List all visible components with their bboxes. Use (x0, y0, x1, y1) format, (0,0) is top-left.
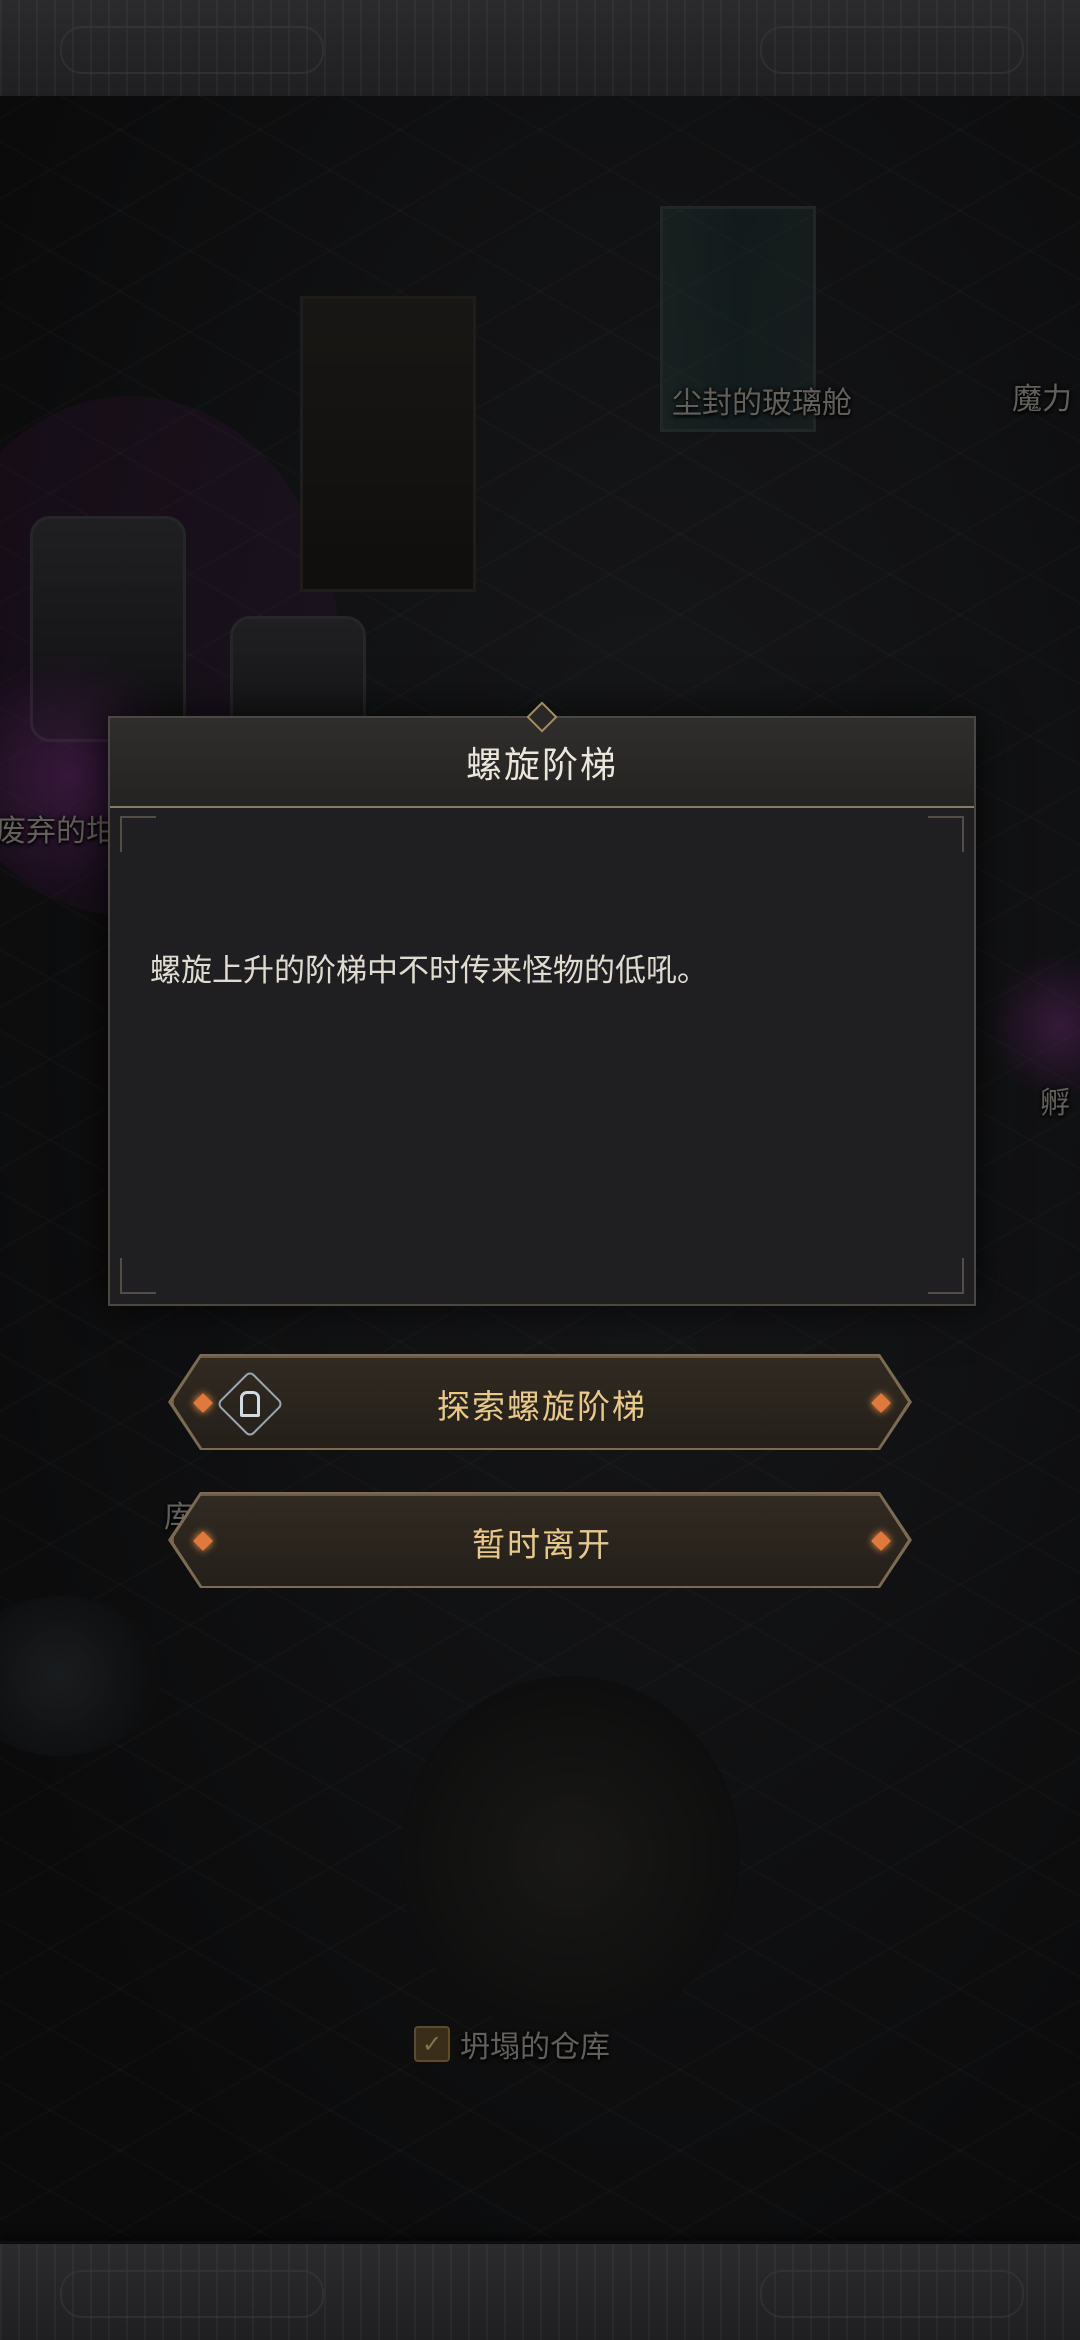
explore-door-icon (216, 1370, 284, 1438)
diamond-left-icon (193, 1393, 213, 1413)
frame-ornament (760, 2270, 1024, 2318)
top-frame (0, 0, 1080, 99)
leave-button-label: 暂时离开 (472, 1525, 612, 1564)
leave-button[interactable]: 暂时离开 (172, 1494, 908, 1586)
bottom-frame (0, 2241, 1080, 2340)
frame-ornament (60, 2270, 324, 2318)
frame-ornament (60, 26, 324, 74)
diamond-right-icon (871, 1393, 891, 1413)
corner-ornament (120, 1258, 156, 1294)
diamond-right-icon (871, 1531, 891, 1551)
dialog-header: 螺旋阶梯 (110, 701, 974, 808)
event-dialog: 螺旋阶梯 螺旋上升的阶梯中不时传来怪物的低吼。 (108, 701, 976, 1306)
corner-ornament (928, 816, 964, 852)
corner-ornament (928, 1258, 964, 1294)
corner-ornament (120, 816, 156, 852)
explore-button-label: 探索螺旋阶梯 (437, 1387, 647, 1426)
diamond-left-icon (193, 1531, 213, 1551)
explore-button[interactable]: 探索螺旋阶梯 (172, 1356, 908, 1448)
dialog-title: 螺旋阶梯 (465, 745, 618, 786)
frame-ornament (760, 26, 1024, 74)
dialog-description: 螺旋上升的阶梯中不时传来怪物的低吼。 (150, 953, 708, 989)
